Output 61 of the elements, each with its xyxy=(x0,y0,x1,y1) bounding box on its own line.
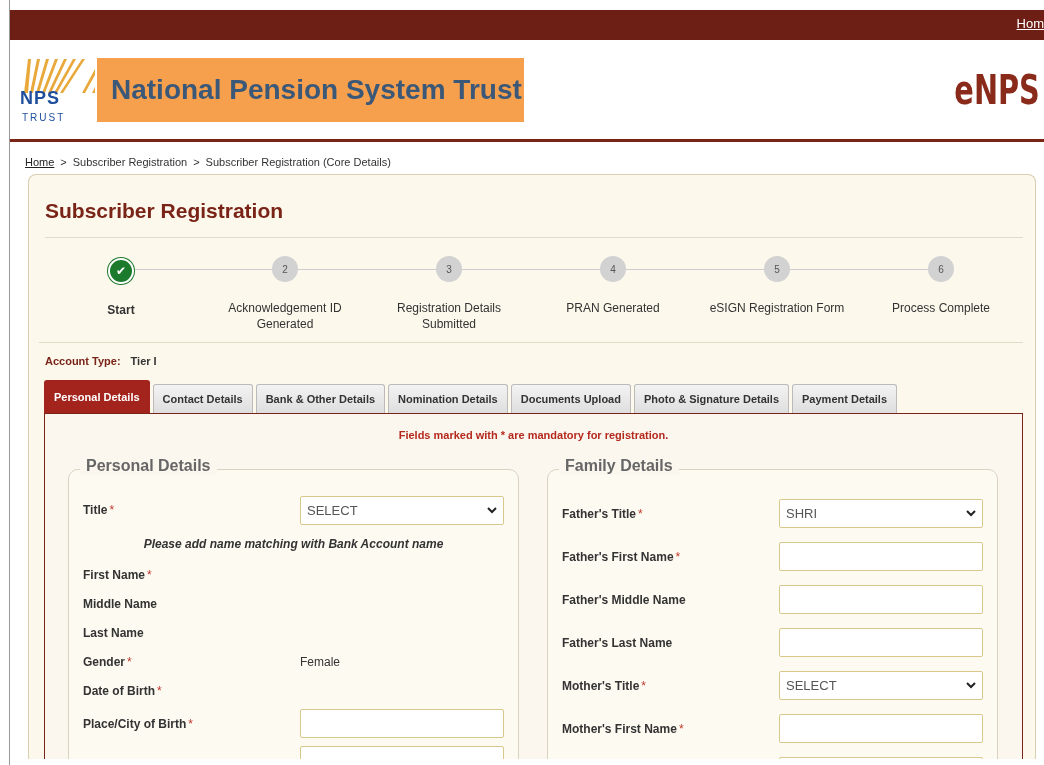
select-field[interactable]: SELECT xyxy=(779,671,983,700)
step-number: 4 xyxy=(600,256,626,282)
input-field[interactable] xyxy=(779,542,983,571)
logo-text: NPS xyxy=(20,87,60,109)
chevron-down-icon xyxy=(966,510,976,517)
name-hint: Please add name matching with Bank Account name xyxy=(142,537,445,551)
step-label: eSIGN Registration Form xyxy=(709,300,845,316)
field-label: Mother's Title * xyxy=(562,678,646,693)
field-label: Place/City of Birth * xyxy=(83,716,194,731)
step-number: 3 xyxy=(436,256,462,282)
field-label: Mother's First Name * xyxy=(562,721,684,736)
tab[interactable]: Documents Upload xyxy=(510,384,631,413)
breadcrumb-link[interactable]: Home xyxy=(25,156,55,168)
section-legend: Family Details xyxy=(559,457,679,475)
field-label: Father's Middle Name xyxy=(562,592,686,607)
logo-subtext: TRUST xyxy=(22,111,66,123)
select-field[interactable]: SELECT xyxy=(300,495,504,525)
tab[interactable]: Nomination Details xyxy=(388,384,508,413)
field-label: Middle Name xyxy=(83,596,157,611)
completed-step-icon: ✔ xyxy=(108,258,134,284)
tab[interactable]: Photo & Signature Details xyxy=(633,384,790,413)
account-type-label: Account Type: xyxy=(45,355,121,367)
brand-logo: eNPS xyxy=(954,66,1040,113)
step-number: 6 xyxy=(928,256,954,282)
account-type-value: Tier I xyxy=(130,355,157,367)
field-label: Father's Last Name xyxy=(562,635,673,650)
field-label: Date of Birth * xyxy=(83,683,162,698)
input-field[interactable] xyxy=(779,628,983,657)
step-label: Acknowledgement ID Generated xyxy=(227,300,343,332)
step-number: 2 xyxy=(272,256,298,282)
field-value: Female xyxy=(300,654,341,669)
field-label: Gender * xyxy=(83,654,132,669)
tab[interactable]: Personal Details xyxy=(44,380,150,413)
step-label: Process Complete xyxy=(891,300,990,316)
section-legend: Personal Details xyxy=(80,457,217,475)
breadcrumb-separator: > xyxy=(193,156,200,168)
mandatory-note: Fields marked with * are mandatory for registration. xyxy=(397,428,670,443)
breadcrumb-separator: > xyxy=(60,156,67,168)
field-label: Last Name xyxy=(83,625,144,640)
tab[interactable]: Bank & Other Details xyxy=(255,384,386,413)
page-title: Subscriber Registration xyxy=(45,175,1023,238)
chevron-down-icon xyxy=(966,682,976,689)
breadcrumb-item: Subscriber Registration (Core Details) xyxy=(205,156,391,168)
chevron-down-icon xyxy=(487,506,497,514)
input-field[interactable] xyxy=(779,585,983,614)
field-label: Title * xyxy=(83,503,115,517)
field-label: Father's Title * xyxy=(562,506,643,521)
field-label: First Name * xyxy=(83,567,152,582)
input-field[interactable] xyxy=(300,709,504,738)
input-field[interactable] xyxy=(779,714,983,743)
top-home-link[interactable]: Hom xyxy=(1016,15,1044,31)
tab[interactable]: Contact Details xyxy=(152,384,253,413)
select-field[interactable]: SHRI xyxy=(779,499,983,528)
breadcrumb-item: Subscriber Registration xyxy=(72,156,188,168)
step-label: Registration Details Submitted xyxy=(395,300,502,332)
step-label: Start xyxy=(107,302,135,318)
step-number: 5 xyxy=(764,256,790,282)
banner-title: National Pension System Trust xyxy=(97,57,524,122)
field-label: Father's First Name * xyxy=(562,549,681,564)
step-label: PRAN Generated xyxy=(566,300,660,316)
tab[interactable]: Payment Details xyxy=(792,384,897,413)
